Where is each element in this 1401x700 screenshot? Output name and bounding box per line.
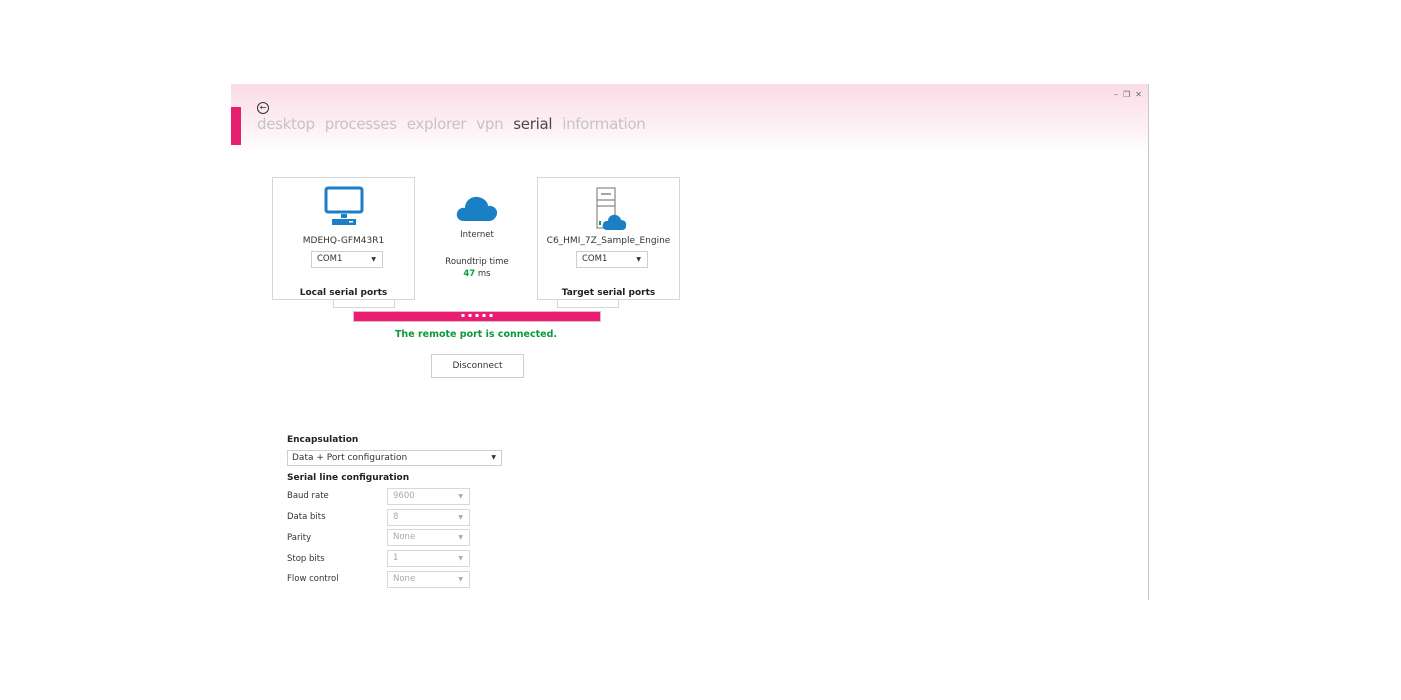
stop-bits-select[interactable]: 1 ▼ xyxy=(387,550,470,567)
stop-bits-label: Stop bits xyxy=(287,554,325,564)
local-serial-panel: MDEHQ-GFM43R1 COM1 ▼ Local serial ports xyxy=(272,177,415,300)
monitor-icon xyxy=(324,186,364,232)
tab-information[interactable]: information xyxy=(562,115,646,133)
chevron-down-icon: ▼ xyxy=(458,576,463,583)
minimize-button[interactable]: – xyxy=(1114,90,1118,99)
window-controls: – ❐ ✕ xyxy=(1114,90,1142,99)
progress-dots xyxy=(461,314,493,317)
data-bits-label: Data bits xyxy=(287,512,326,522)
target-device-name: C6_HMI_7Z_Sample_Engine xyxy=(546,236,671,246)
target-port-select[interactable]: COM1 ▼ xyxy=(576,251,648,268)
progress-dot xyxy=(461,314,465,317)
restore-button[interactable]: ❐ xyxy=(1123,90,1130,99)
roundtrip-value: 47 xyxy=(463,269,476,279)
back-arrow-icon[interactable]: ← xyxy=(257,102,269,114)
accent-bar xyxy=(231,107,241,145)
flow-control-value: None xyxy=(393,574,416,584)
roundtrip-block: Roundtrip time 47 ms xyxy=(427,257,527,279)
serial-line-config-label: Serial line configuration xyxy=(287,473,410,483)
target-port-value: COM1 xyxy=(582,254,608,264)
target-serial-panel: C6_HMI_7Z_Sample_Engine COM1 ▼ Target se… xyxy=(537,177,680,300)
serial-window: ← desktop processes explorer vpn serial … xyxy=(231,84,1149,600)
tab-vpn[interactable]: vpn xyxy=(476,115,503,133)
baud-rate-value: 9600 xyxy=(393,491,415,501)
baud-rate-label: Baud rate xyxy=(287,491,329,501)
header: ← desktop processes explorer vpn serial … xyxy=(231,84,1148,154)
parity-select[interactable]: None ▼ xyxy=(387,529,470,546)
cloud-icon xyxy=(427,194,527,226)
chevron-down-icon: ▼ xyxy=(458,493,463,500)
encapsulation-label: Encapsulation xyxy=(287,435,359,445)
target-connector xyxy=(557,300,619,308)
baud-rate-select[interactable]: 9600 ▼ xyxy=(387,488,470,505)
encapsulation-value: Data + Port configuration xyxy=(292,453,408,463)
flow-control-select[interactable]: None ▼ xyxy=(387,571,470,588)
main-nav: desktop processes explorer vpn serial in… xyxy=(257,115,646,133)
stop-bits-value: 1 xyxy=(393,553,399,563)
disconnect-button[interactable]: Disconnect xyxy=(431,354,524,378)
flow-control-label: Flow control xyxy=(287,574,339,584)
connection-status: The remote port is connected. xyxy=(394,329,558,340)
local-port-select[interactable]: COM1 ▼ xyxy=(311,251,383,268)
progress-dot xyxy=(468,314,472,317)
internet-block: Internet xyxy=(427,194,527,240)
progress-dot xyxy=(482,314,486,317)
parity-label: Parity xyxy=(287,533,312,543)
tab-processes[interactable]: processes xyxy=(325,115,397,133)
chevron-down-icon: ▼ xyxy=(636,256,641,263)
chevron-down-icon: ▼ xyxy=(458,555,463,562)
tab-serial[interactable]: serial xyxy=(513,115,552,133)
roundtrip-unit: ms xyxy=(477,269,491,279)
tab-desktop[interactable]: desktop xyxy=(257,115,315,133)
connection-progress-bar xyxy=(353,311,601,322)
internet-label: Internet xyxy=(460,230,494,240)
roundtrip-label: Roundtrip time xyxy=(445,257,509,267)
tab-explorer[interactable]: explorer xyxy=(407,115,467,133)
close-button[interactable]: ✕ xyxy=(1135,90,1142,99)
local-port-value: COM1 xyxy=(317,254,343,264)
progress-dot xyxy=(489,314,493,317)
parity-value: None xyxy=(393,532,416,542)
progress-dot xyxy=(475,314,479,317)
data-bits-select[interactable]: 8 ▼ xyxy=(387,509,470,526)
local-panel-caption: Local serial ports xyxy=(299,288,388,298)
chevron-down-icon: ▼ xyxy=(458,514,463,521)
target-panel-caption: Target serial ports xyxy=(561,288,656,298)
local-connector xyxy=(333,300,395,308)
chevron-down-icon: ▼ xyxy=(458,534,463,541)
chevron-down-icon: ▼ xyxy=(371,256,376,263)
encapsulation-select[interactable]: Data + Port configuration ▼ xyxy=(287,450,502,466)
server-cloud-icon xyxy=(589,186,629,236)
data-bits-value: 8 xyxy=(393,512,399,522)
chevron-down-icon: ▼ xyxy=(491,454,496,461)
local-computer-name: MDEHQ-GFM43R1 xyxy=(302,236,385,246)
